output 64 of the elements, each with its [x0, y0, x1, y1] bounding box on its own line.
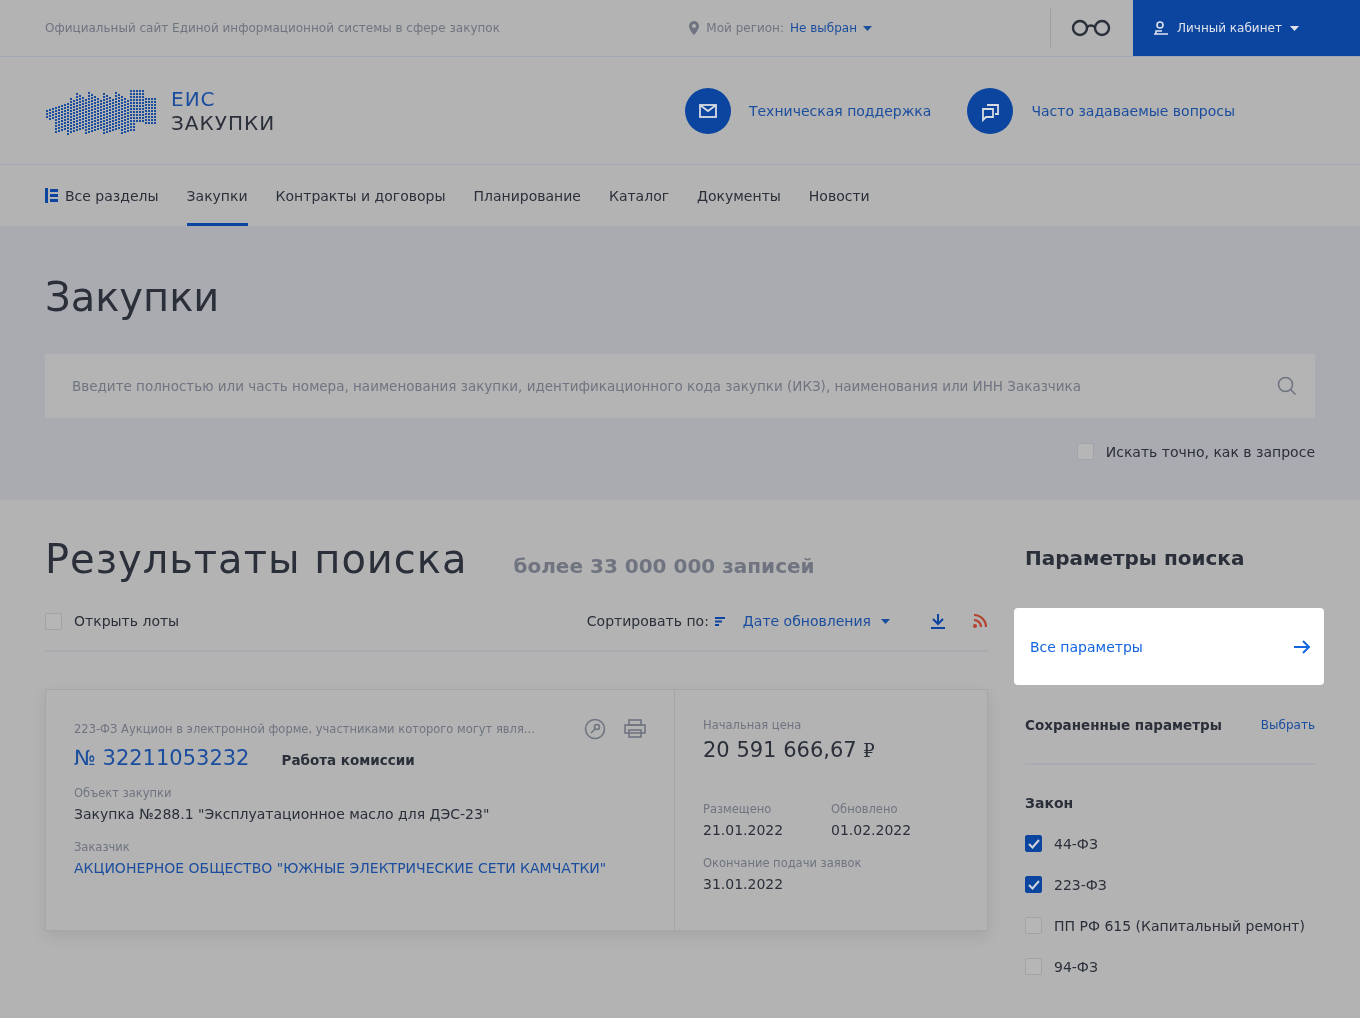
- sort-dropdown[interactable]: Дате обновления: [736, 612, 896, 630]
- search-icon[interactable]: [1277, 376, 1297, 396]
- key-circle-icon[interactable]: [584, 718, 606, 740]
- nav-tab[interactable]: Контракты и договоры: [275, 165, 446, 226]
- nav-tab[interactable]: Документы: [697, 165, 781, 226]
- checkbox-label: 223-ФЗ: [1054, 876, 1107, 893]
- results-count: более 33 000 000 записей: [513, 554, 815, 578]
- customer-link[interactable]: АКЦИОНЕРНОЕ ОБЩЕСТВО "ЮЖНЫЕ ЭЛЕКТРИЧЕСКИЕ СЕТИ КАМЧАТКИ": [74, 860, 646, 876]
- caret-icon: [863, 25, 872, 31]
- params-title: Параметры поиска: [1025, 546, 1246, 570]
- sort-icon: [714, 616, 725, 626]
- glasses-icon[interactable]: [1071, 19, 1111, 37]
- results-title: Результаты поиска: [45, 536, 468, 582]
- checkbox-label: Открыть лоты: [74, 613, 180, 629]
- site-title: Официальный сайт Единой информационной системы в сфере закупок: [45, 21, 501, 35]
- caret-icon: [1289, 25, 1299, 31]
- all-sections-link[interactable]: Все разделы: [45, 165, 159, 226]
- arrow-right-icon: [1293, 638, 1311, 655]
- nav-tab[interactable]: Планирование: [473, 165, 581, 226]
- checkbox[interactable]: [1025, 835, 1042, 852]
- field-label: Начальная цена: [703, 718, 803, 732]
- checkbox[interactable]: [1025, 876, 1042, 893]
- date-value: 31.01.2022: [703, 876, 785, 892]
- checkbox-label: 44-ФЗ: [1054, 835, 1098, 852]
- field-label: Окончание подачи заявок: [703, 856, 863, 870]
- download-icon[interactable]: [930, 613, 946, 629]
- nav-tab[interactable]: Новости: [808, 165, 870, 226]
- field-label: Объект закупки: [74, 786, 173, 800]
- print-icon[interactable]: [624, 719, 646, 739]
- all-params-button[interactable]: Все параметры: [1014, 608, 1324, 685]
- purchase-object: Закупка №288.1 "Эксплуатационное масло для ДЭС-23": [74, 806, 491, 822]
- checkbox-label: Искать точно, как в запросе: [1105, 443, 1315, 460]
- law-title: Закон: [1025, 795, 1075, 811]
- field-label: Обновлено: [831, 802, 899, 816]
- search-field[interactable]: Введите полностью или часть номера, наименования закупки, идентификационного кода закупки (ИКЗ), наименования или ИНН Заказчика: [45, 354, 1315, 418]
- chat-bubbles-icon[interactable]: [967, 87, 1014, 134]
- sort-label: Сортировать по:: [586, 613, 709, 629]
- checkbox-label: 94-ФЗ: [1054, 958, 1098, 975]
- field-label: Размещено: [703, 802, 773, 816]
- nav-tab[interactable]: Каталог: [608, 165, 670, 226]
- header-link[interactable]: Техническая поддержка: [748, 102, 932, 119]
- purchase-status: Работа комиссии: [281, 752, 415, 768]
- user-icon: [1153, 21, 1169, 35]
- rss-icon[interactable]: [972, 613, 988, 629]
- page-title: Закупки: [45, 274, 221, 320]
- purchase-number[interactable]: № 32211053232: [74, 746, 250, 770]
- price-value: 20 591 666,67 ₽: [703, 738, 876, 762]
- header-link[interactable]: Часто задаваемые вопросы: [1031, 102, 1235, 119]
- region-dropdown[interactable]: Не выбран: [790, 21, 872, 35]
- mail-icon[interactable]: [684, 87, 731, 134]
- field-label: Заказчик: [74, 840, 131, 854]
- logo-title: ЕИС: [171, 86, 217, 111]
- checkbox-label: ПП РФ 615 (Капитальный ремонт): [1054, 917, 1305, 934]
- location-pin-icon: [688, 21, 701, 35]
- logo-subtitle: ЗАКУПКИ: [171, 110, 276, 135]
- sections-icon: [45, 188, 58, 203]
- caret-icon: [881, 618, 890, 624]
- choose-link[interactable]: Выбрать: [1260, 718, 1315, 732]
- date-value: 21.01.2022: [703, 822, 785, 838]
- account-button[interactable]: Личный кабинет: [1133, 0, 1360, 56]
- region-label: Мой регион:: [706, 21, 784, 35]
- date-value: 01.02.2022: [831, 822, 913, 838]
- saved-params-label: Сохраненные параметры: [1025, 717, 1222, 733]
- purchase-type: 223-ФЗ Аукцион в электронной форме, участниками которого могут явля...: [74, 722, 536, 736]
